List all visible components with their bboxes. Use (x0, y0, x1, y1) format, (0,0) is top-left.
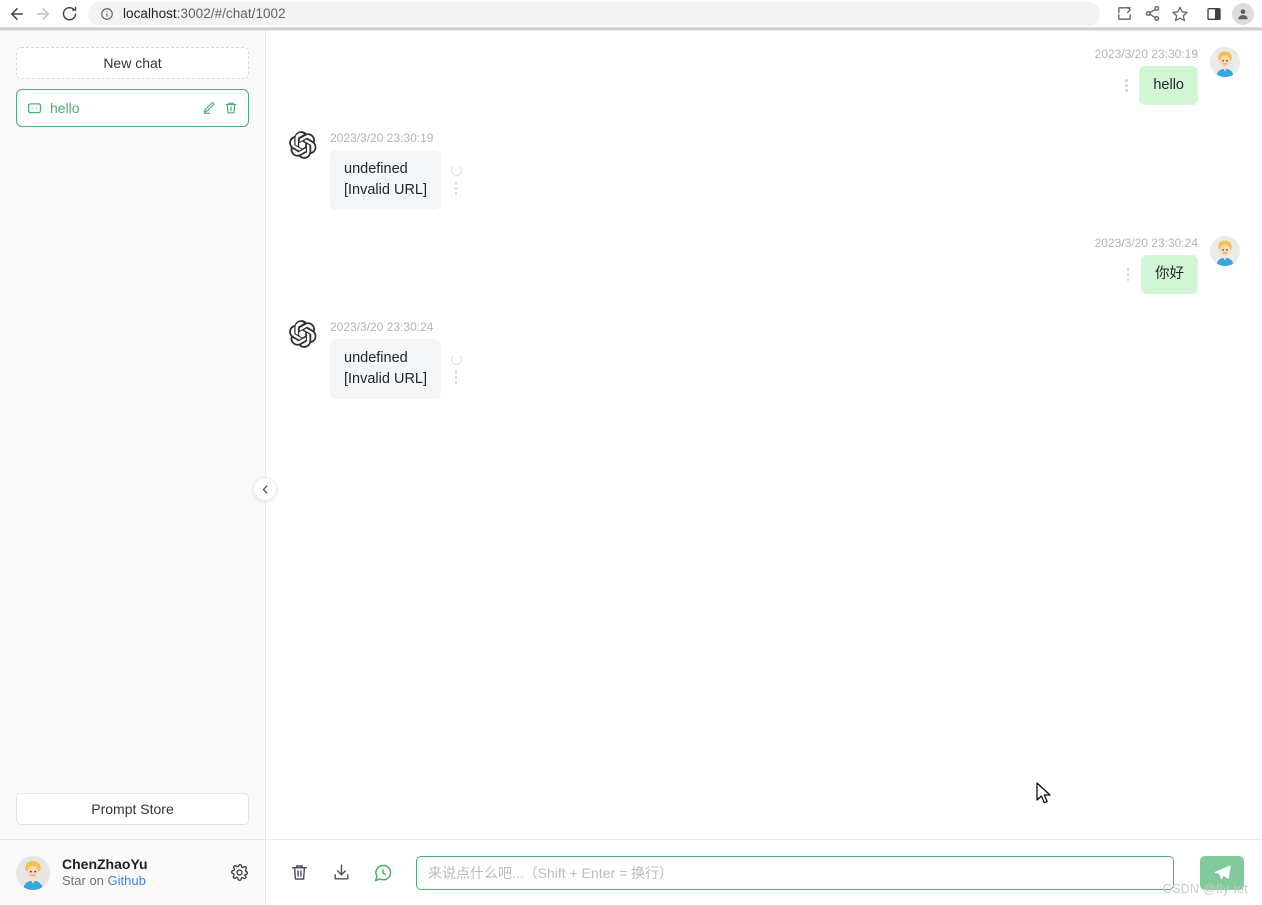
new-chat-button[interactable]: New chat (16, 47, 249, 79)
message-row-assistant: 2023/3/20 23:30:19 undefined [Invalid UR… (288, 131, 1240, 210)
prompt-store-button[interactable]: Prompt Store (16, 793, 249, 825)
message-actions (445, 354, 467, 384)
message-bubble: 你好 (1141, 255, 1198, 294)
message-body: 2023/3/20 23:30:19 undefined [Invalid UR… (330, 131, 467, 210)
message-bubble: undefined [Invalid URL] (330, 150, 442, 210)
message-row-user: 2023/3/20 23:30:24 你好 (288, 236, 1240, 294)
openai-logo-icon (289, 320, 317, 348)
message-timestamp: 2023/3/20 23:30:24 (330, 320, 434, 334)
spinner-icon (450, 165, 462, 177)
reload-icon[interactable] (56, 1, 82, 27)
message-row-user: 2023/3/20 23:30:19 hello (288, 47, 1240, 105)
star-on-text: Star on (62, 873, 108, 889)
message-timestamp: 2023/3/20 23:30:19 (330, 131, 434, 145)
sidebar-top: New chat (0, 31, 265, 79)
chat-input[interactable] (416, 855, 1174, 890)
trash-icon[interactable] (224, 101, 238, 115)
install-app-icon[interactable] (1110, 1, 1138, 27)
sidebar-user-name: ChenZhaoYu (62, 855, 148, 872)
share-icon[interactable] (1138, 1, 1166, 27)
bubble-line: hello (1115, 66, 1198, 105)
user-avatar (1210, 236, 1240, 266)
bubble-line: 你好 (1117, 255, 1198, 294)
pencil-icon[interactable] (202, 101, 216, 115)
message-avatar (288, 320, 318, 350)
main-panel: 2023/3/20 23:30:19 hello 2023/3/20 23:30… (266, 31, 1262, 905)
message-avatar (1210, 47, 1240, 77)
address-bar[interactable]: localhost:3002/#/chat/1002 (88, 1, 1100, 26)
user-avatar (1210, 47, 1240, 77)
message-bubble: undefined [Invalid URL] (330, 339, 442, 399)
message-avatar (1210, 236, 1240, 266)
github-link[interactable]: Github (108, 873, 146, 888)
forward-arrow-icon (30, 1, 56, 27)
sidebar: New chat hello Prompt Store ChenZhaoYu S… (0, 31, 277, 905)
message-row-assistant: 2023/3/20 23:30:24 undefined [Invalid UR… (288, 320, 1240, 399)
sidebar-collapse-button[interactable] (253, 477, 277, 501)
side-panel-icon[interactable] (1200, 1, 1228, 27)
message-actions (445, 165, 467, 195)
trash-icon[interactable] (288, 862, 310, 884)
sidebar-footer: ChenZhaoYu Star on Github (0, 839, 265, 905)
chat-app: New chat hello Prompt Store ChenZhaoYu S… (0, 30, 1262, 905)
bubble-line: undefined [Invalid URL] (330, 150, 467, 210)
sidebar-user-info: ChenZhaoYu Star on Github (62, 856, 218, 890)
message-avatar (288, 131, 318, 161)
address-bar-text: localhost:3002/#/chat/1002 (123, 6, 286, 21)
back-arrow-icon[interactable] (4, 1, 30, 27)
url-host: localhost (123, 6, 177, 21)
info-circle-icon[interactable] (100, 7, 114, 21)
composer-bar (266, 839, 1262, 905)
more-vertical-icon[interactable] (1126, 268, 1130, 281)
prompt-store-wrap: Prompt Store (0, 793, 265, 839)
avatar (16, 855, 50, 890)
message-actions (1115, 79, 1137, 92)
more-vertical-icon[interactable] (1125, 79, 1128, 92)
chat-list-item-hello[interactable]: hello (16, 89, 249, 127)
message-actions (1117, 268, 1139, 281)
message-timestamp: 2023/3/20 23:30:24 (1094, 236, 1198, 250)
bookmark-star-icon[interactable] (1166, 1, 1194, 27)
spinner-icon (450, 354, 462, 366)
openai-logo-icon (289, 131, 317, 159)
send-plane-icon (1213, 863, 1232, 882)
chat-list-item-title: hello (50, 100, 80, 116)
chevron-left-icon (260, 484, 271, 495)
browser-toolbar: localhost:3002/#/chat/1002 (0, 0, 1262, 27)
message-list: 2023/3/20 23:30:19 hello 2023/3/20 23:30… (266, 31, 1262, 839)
message-body: 2023/3/20 23:30:24 你好 (1095, 236, 1198, 294)
profile-avatar-icon[interactable] (1232, 2, 1254, 25)
url-path: :3002/#/chat/1002 (176, 6, 286, 21)
download-icon[interactable] (330, 862, 352, 884)
more-vertical-icon[interactable] (454, 182, 458, 195)
message-square-icon (27, 101, 42, 116)
gear-icon[interactable] (230, 863, 249, 882)
chat-list: hello (0, 79, 265, 127)
message-bubble: hello (1139, 66, 1198, 105)
send-button[interactable] (1200, 855, 1244, 890)
message-timestamp: 2023/3/20 23:30:19 (1094, 47, 1198, 61)
message-body: 2023/3/20 23:30:19 hello (1095, 47, 1198, 105)
message-body: 2023/3/20 23:30:24 undefined [Invalid UR… (330, 320, 467, 399)
new-chat-label: New chat (103, 55, 162, 71)
bubble-line: undefined [Invalid URL] (330, 339, 467, 399)
sidebar-user-subtitle: Star on Github (62, 873, 218, 889)
more-vertical-icon[interactable] (454, 371, 458, 384)
chat-list-item-actions (202, 101, 238, 115)
prompt-store-label: Prompt Store (91, 801, 174, 817)
chat-history-icon[interactable] (372, 862, 394, 884)
